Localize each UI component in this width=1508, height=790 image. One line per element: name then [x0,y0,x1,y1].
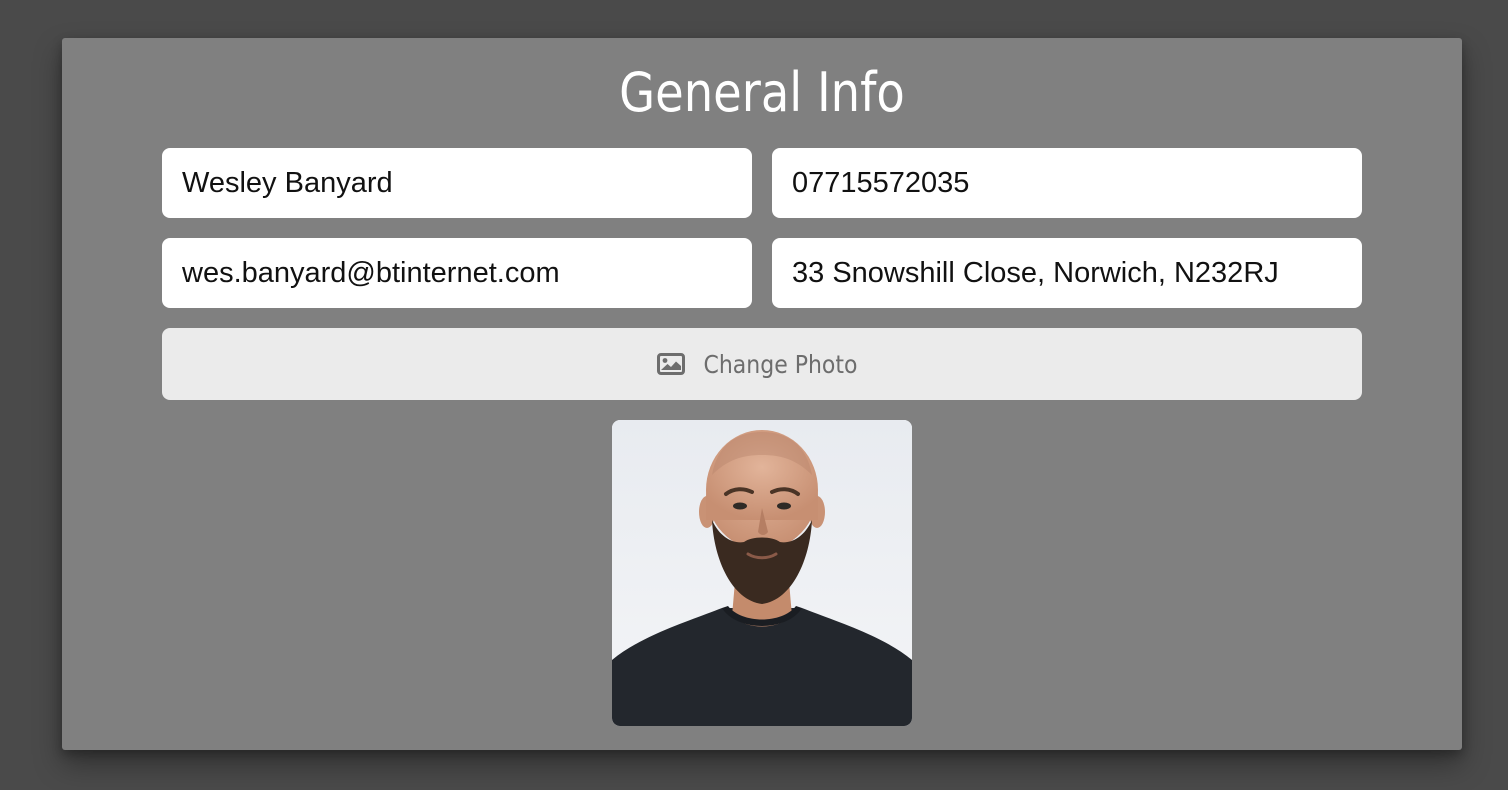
name-field[interactable] [162,148,752,218]
email-field[interactable] [162,238,752,308]
image-icon [656,353,685,375]
address-field[interactable] [772,238,1362,308]
general-info-card: General Info Change Photo [62,38,1462,750]
change-photo-button[interactable]: Change Photo [162,328,1362,400]
phone-field[interactable] [772,148,1362,218]
page-title: General Info [619,61,905,124]
profile-photo [612,420,912,726]
change-photo-label: Change Photo [702,349,857,379]
